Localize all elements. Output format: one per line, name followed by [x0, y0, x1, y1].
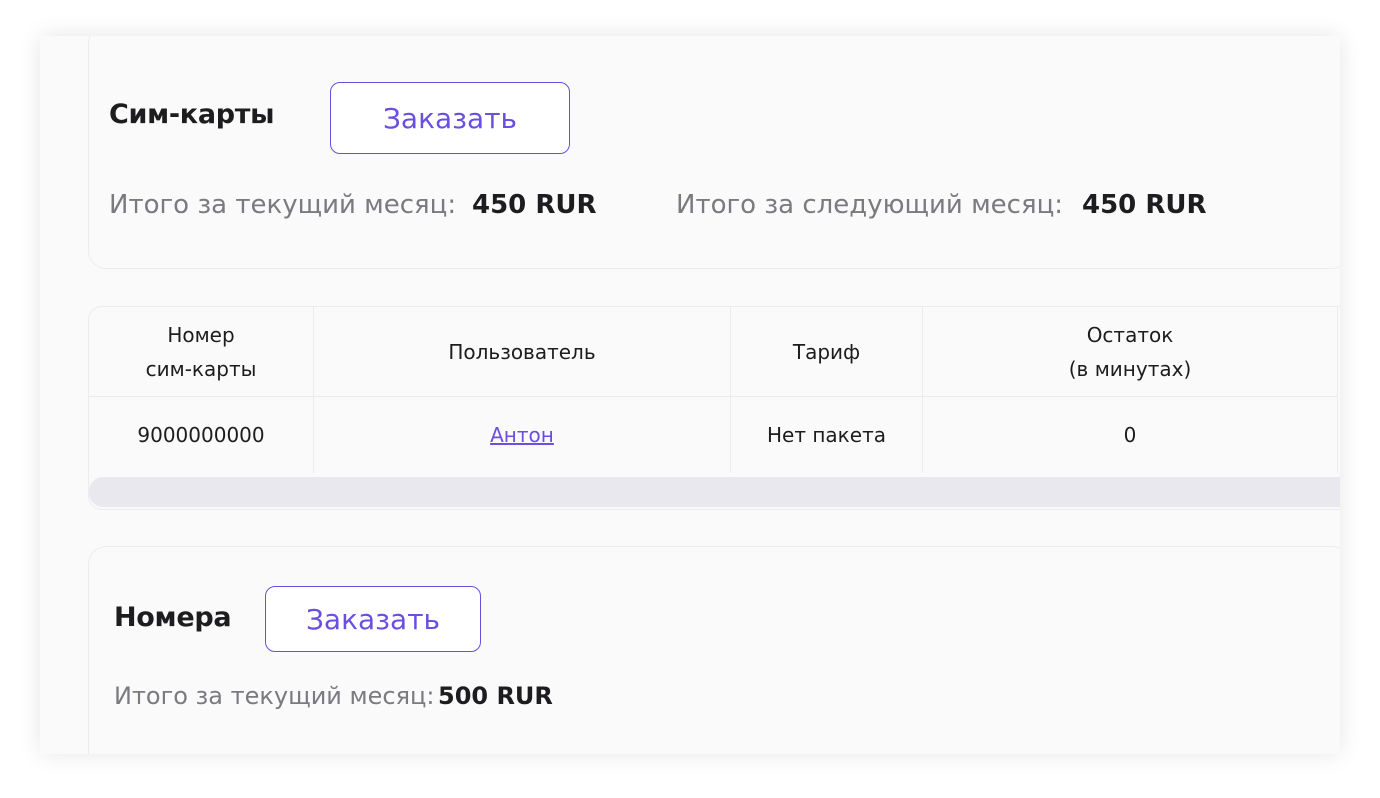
next-month-value: 450 RUR	[1082, 190, 1207, 220]
numbers-title: Номера	[114, 602, 232, 633]
table-cell-user: Антон	[314, 397, 731, 473]
next-month-label: Итого за следующий месяц:	[676, 190, 1064, 220]
table-cell-remaining-minutes: 0	[923, 397, 1338, 473]
sim-cards-table: Номер сим-карты Пользователь Тариф Остат…	[88, 306, 1340, 510]
column-header-user: Пользователь	[314, 307, 731, 397]
current-month-value: 450 RUR	[472, 190, 597, 220]
order-sim-button[interactable]: Заказать	[330, 82, 570, 154]
order-numbers-button[interactable]: Заказать	[265, 586, 481, 652]
user-link[interactable]: Антон	[490, 418, 554, 452]
numbers-current-month-value: 500 RUR	[438, 682, 553, 710]
sim-cards-title: Сим-карты	[109, 99, 275, 130]
sim-cards-card	[88, 36, 1340, 269]
table-cell-sim-number: 9000000000	[89, 397, 314, 473]
table-cell-tariff: Нет пакета	[731, 397, 923, 473]
current-month-label: Итого за текущий месяц:	[109, 190, 457, 220]
column-header-remaining-minutes: Остаток (в минутах)	[923, 307, 1338, 397]
numbers-current-month-label: Итого за текущий месяц:	[114, 682, 435, 710]
column-header-tariff: Тариф	[731, 307, 923, 397]
page-frame: Сим-карты Заказать Итого за текущий меся…	[40, 36, 1340, 754]
horizontal-scrollbar[interactable]	[89, 477, 1340, 507]
column-header-sim-number: Номер сим-карты	[89, 307, 314, 397]
